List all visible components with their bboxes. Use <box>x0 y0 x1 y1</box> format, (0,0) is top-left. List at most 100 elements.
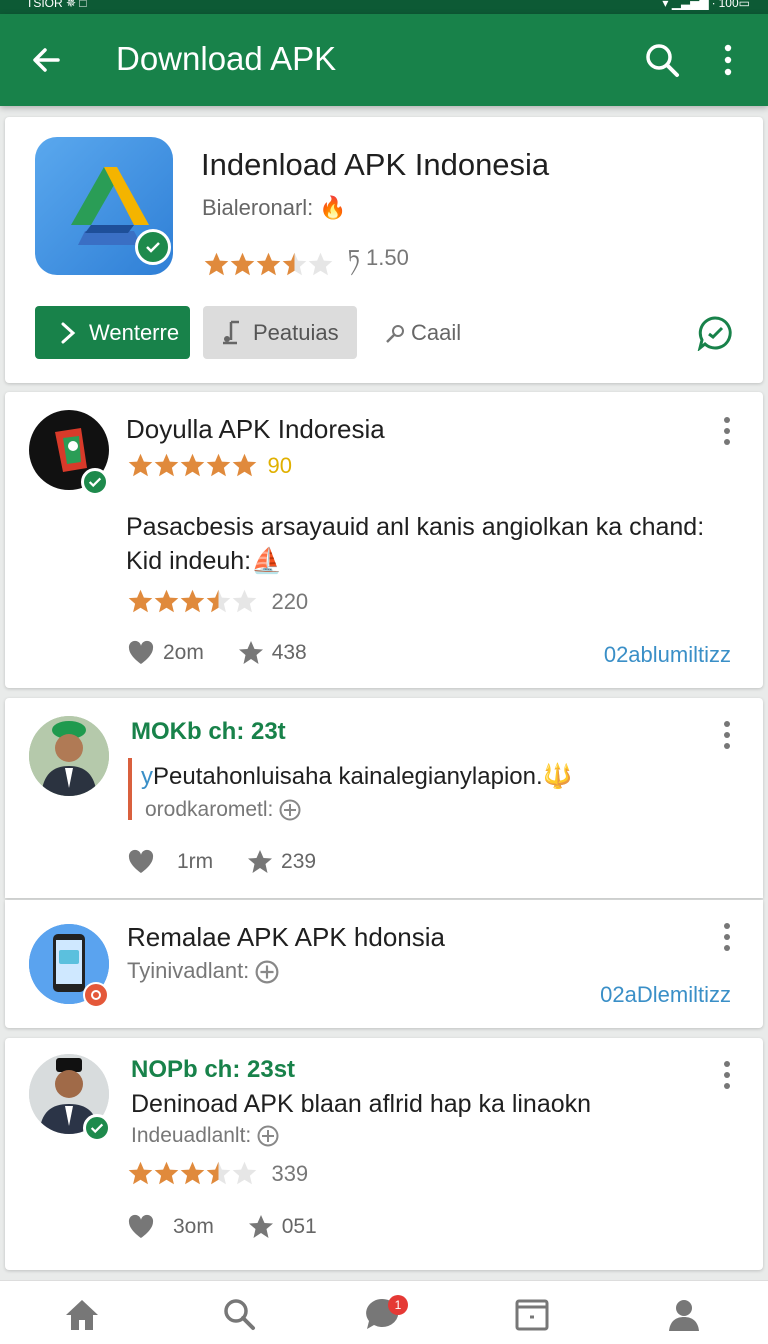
post-body: Pasacbesis arsayauid anl kanis angiolkan… <box>126 510 746 578</box>
app-rating: ཏ 1.50 <box>203 233 409 275</box>
nav-home[interactable] <box>62 1295 102 1335</box>
status-bar: TSIOR ✵ □ ▾ ▁▃▅▇ ∙ 100▭ <box>0 0 768 14</box>
rating-value: ཏ 1.50 <box>347 245 409 270</box>
like-count: 2om <box>163 641 204 664</box>
rating-stars <box>127 452 257 479</box>
star-icon <box>232 453 257 477</box>
star-count: 051 <box>281 1215 317 1238</box>
star-icon <box>206 453 231 477</box>
star-count: 239 <box>281 850 317 873</box>
developer-label: Bialeronarl: <box>202 195 314 220</box>
post-rating: 90 <box>127 452 292 480</box>
post-stats: 3om 051 <box>127 1214 345 1240</box>
check-icon <box>88 477 102 488</box>
quote-prefix: y <box>141 763 153 790</box>
more-vert-icon[interactable] <box>721 1060 733 1090</box>
like-count: 1rm <box>177 850 214 873</box>
like-count: 3om <box>173 1215 214 1238</box>
app-detail-card: Indenload APK Indonesia Bialeronarl: 🔥 ཏ… <box>5 117 763 383</box>
star-icon <box>282 252 307 275</box>
star-count: 438 <box>271 641 307 664</box>
nav-search[interactable] <box>220 1295 260 1335</box>
star-icon <box>154 1161 179 1185</box>
star-icon <box>154 453 179 477</box>
features-button[interactable]: Peatuias <box>203 306 357 359</box>
heart-icon[interactable] <box>127 849 155 875</box>
music-note-icon <box>223 320 239 345</box>
back-button[interactable] <box>28 42 64 78</box>
install-button-label: Wenterre <box>89 320 180 345</box>
call-button[interactable]: Caail <box>381 306 491 359</box>
star-icon[interactable] <box>248 1214 274 1240</box>
star-icon[interactable] <box>238 640 264 666</box>
star-icon <box>128 589 153 613</box>
verified-badge <box>135 229 171 265</box>
chat-button[interactable] <box>697 315 733 352</box>
nav-library[interactable] <box>512 1295 552 1335</box>
star-icon <box>180 589 205 613</box>
post-stats: 1rm 239 <box>127 849 344 875</box>
fire-emoji: 🔥 <box>319 195 347 220</box>
search-icon <box>224 1299 255 1330</box>
post-card[interactable]: Doyulla APK Indoresia 90 Pasacbesis arsa… <box>5 392 763 688</box>
call-button-label: Caail <box>411 320 462 345</box>
post-title: Remalae APK APK hdonsia <box>127 922 445 952</box>
post-link[interactable]: 02aDlemiltizz <box>600 982 731 1008</box>
home-icon <box>66 1300 98 1330</box>
status-bar-right: ▾ ▁▃▅▇ ∙ 100▭ <box>662 0 750 10</box>
install-button[interactable]: Wenterre <box>35 306 190 359</box>
post-rating: 339 <box>127 1160 308 1188</box>
post-body-text: Pasacbesis arsayauid anl kanis angiolkan… <box>126 513 705 575</box>
bottom-navigation <box>0 1280 768 1344</box>
search-icon <box>646 44 679 77</box>
post-card[interactable]: Remalae APK APK hdonsia Tyinivadlant: 02… <box>5 900 763 1028</box>
post-sub: orodkarometl: <box>145 798 301 822</box>
post-sub-text: orodkarometl: <box>145 798 274 821</box>
more-vert-icon[interactable] <box>721 720 733 750</box>
rating-count: 90 <box>267 452 292 478</box>
search-button[interactable] <box>642 40 682 80</box>
star-icon <box>230 252 255 275</box>
star-icon <box>308 252 333 275</box>
post-stats: 2om 438 <box>127 640 335 666</box>
arrow-left-icon <box>33 48 60 72</box>
app-name: Indenload APK Indonesia <box>201 147 550 182</box>
rating-stars <box>203 251 333 278</box>
more-vert-icon[interactable] <box>721 922 733 952</box>
add-circle-icon[interactable] <box>257 1125 279 1147</box>
developer-name[interactable]: Bialeronarl: 🔥 <box>202 195 347 221</box>
add-circle-icon[interactable] <box>255 960 279 984</box>
chevron-right-icon <box>61 322 76 344</box>
notification-badge: 1 <box>388 1295 408 1315</box>
post-rating-2: 220 <box>127 588 308 616</box>
star-icon <box>204 252 229 275</box>
heart-icon[interactable] <box>127 640 155 666</box>
post-quote: yPeutahonluisaha kainalegianylapion.🔱 <box>141 762 573 791</box>
nav-profile[interactable] <box>664 1295 704 1335</box>
check-icon <box>146 242 160 253</box>
post-link[interactable]: 02ablumiltizz <box>604 642 731 668</box>
heart-icon[interactable] <box>127 1214 155 1240</box>
star-icon <box>206 1161 231 1185</box>
rating-stars <box>127 1160 257 1187</box>
star-icon <box>128 1161 153 1185</box>
post-card[interactable]: MOKb ch: 23t yPeutahonluisaha kainalegia… <box>5 698 763 898</box>
star-icon[interactable] <box>247 849 273 875</box>
star-icon <box>206 589 231 613</box>
check-icon <box>90 1123 104 1134</box>
notification-badge <box>83 982 109 1008</box>
post-card[interactable]: NOPb ch: 23st Deninoad APK blaan aflrid … <box>5 1038 763 1270</box>
page-title: Download APK <box>116 40 337 77</box>
more-vert-icon[interactable] <box>721 416 733 446</box>
trident-emoji: 🔱 <box>542 763 573 790</box>
post-sub: Tyinivadlant: <box>127 958 279 984</box>
boat-emoji: ⛵ <box>251 547 283 575</box>
add-circle-icon[interactable] <box>279 799 301 821</box>
more-vert-icon <box>724 44 732 76</box>
person-photo-icon <box>29 716 109 796</box>
post-title: MOKb ch: 23t <box>131 718 286 745</box>
star-icon <box>180 453 205 477</box>
record-icon <box>91 990 101 1000</box>
features-button-label: Peatuias <box>253 320 339 345</box>
more-menu-button[interactable] <box>718 42 738 78</box>
